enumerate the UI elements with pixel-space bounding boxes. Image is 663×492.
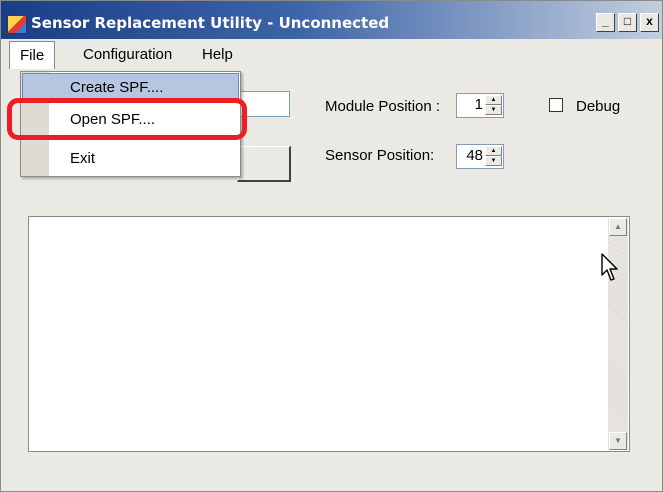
spin-up-icon[interactable]: ▲ — [485, 146, 502, 156]
sensor-position-value: 48 — [466, 147, 483, 164]
close-button[interactable]: x — [640, 13, 659, 32]
debug-label: Debug — [576, 98, 621, 115]
menu-configuration[interactable]: Configuration — [73, 41, 182, 69]
scroll-up-icon[interactable]: ▲ — [609, 218, 627, 236]
menu-bar: File Configuration Help — [1, 39, 662, 71]
spin-up-icon[interactable]: ▲ — [485, 95, 502, 105]
exit-menu-item[interactable]: Exit — [22, 144, 239, 174]
sensor-position-label: Sensor Position: — [325, 147, 435, 164]
debug-checkbox[interactable] — [549, 98, 563, 112]
maximize-button[interactable]: □ — [618, 13, 637, 32]
mouse-cursor-icon — [601, 253, 618, 281]
module-position-label: Module Position : — [325, 98, 441, 115]
app-window: Sensor Replacement Utility - Unconnected… — [0, 0, 663, 492]
menu-help[interactable]: Help — [192, 41, 243, 69]
scroll-down-icon[interactable]: ▼ — [609, 432, 627, 450]
spin-down-icon[interactable]: ▼ — [485, 105, 502, 115]
title-bar[interactable]: Sensor Replacement Utility - Unconnected… — [1, 1, 662, 39]
action-button[interactable] — [237, 146, 291, 182]
module-position-stepper[interactable]: 1 ▲ ▼ — [456, 93, 504, 118]
exit-label: Exit — [70, 150, 96, 167]
open-spf-highlight — [7, 98, 247, 140]
log-output[interactable]: ▲ ▼ — [28, 216, 630, 452]
minimize-button[interactable]: _ — [596, 13, 615, 32]
sensor-position-stepper[interactable]: 48 ▲ ▼ — [456, 144, 504, 169]
menu-file[interactable]: File — [9, 41, 56, 69]
app-icon[interactable] — [7, 15, 27, 34]
window-title: Sensor Replacement Utility - Unconnected — [31, 14, 390, 32]
module-position-value: 1 — [474, 96, 483, 113]
spin-down-icon[interactable]: ▼ — [485, 156, 502, 166]
